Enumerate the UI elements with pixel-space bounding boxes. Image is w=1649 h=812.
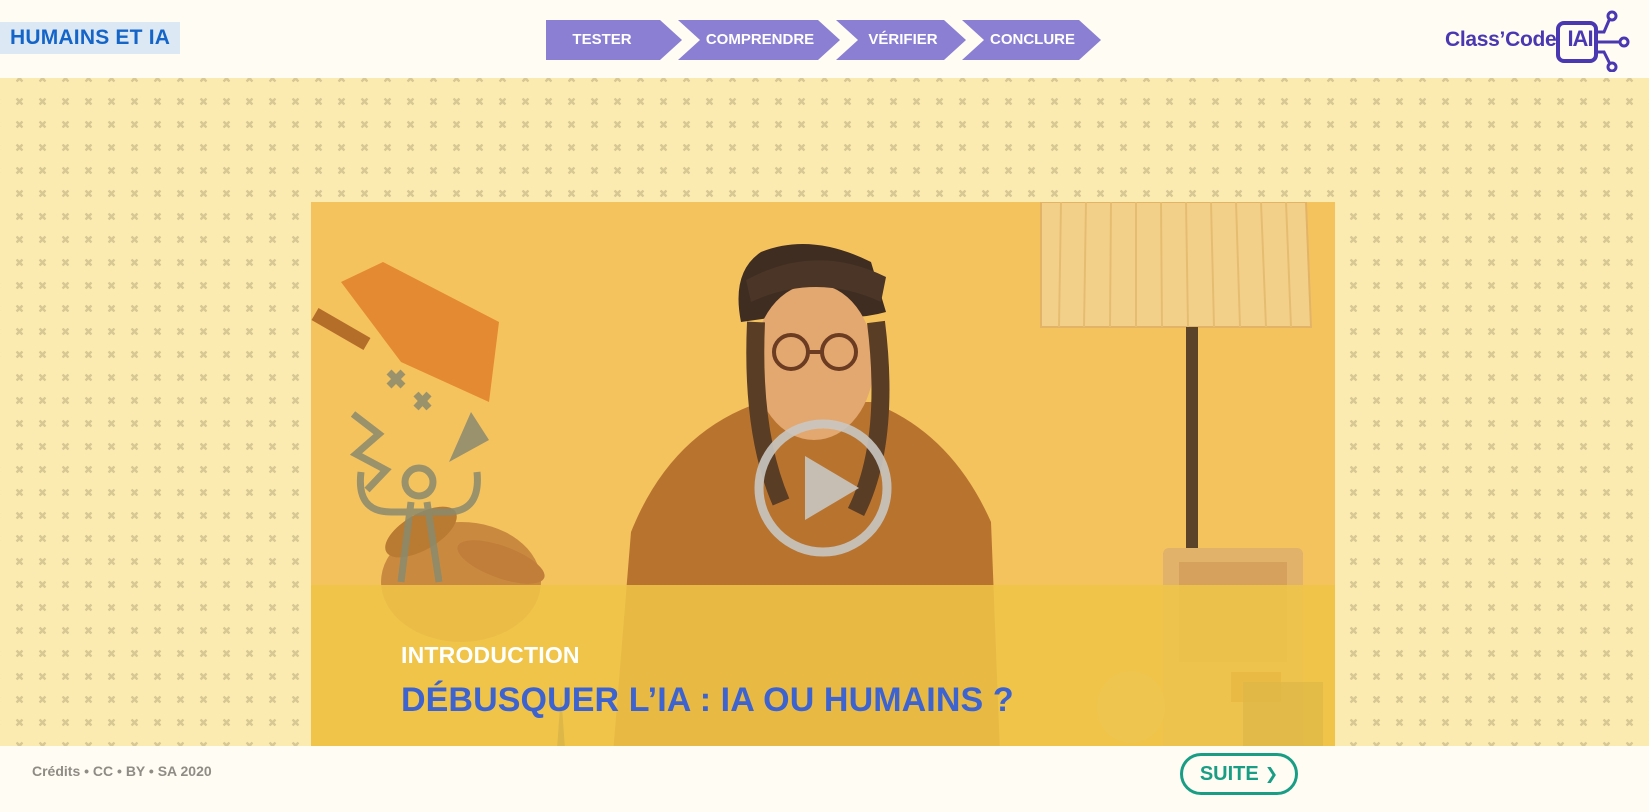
site-title[interactable]: HUMAINS ET IA <box>0 22 181 54</box>
step-verifier[interactable]: VÉRIFIER <box>836 20 966 60</box>
step-label: VÉRIFIER <box>868 31 938 48</box>
step-label: COMPRENDRE <box>705 31 815 48</box>
caption-title: DÉBUSQUER L’IA : IA OU HUMAINS ? <box>401 681 1014 719</box>
step-tester[interactable]: TESTER <box>546 20 682 60</box>
header: HUMAINS ET IA TESTER COMPRENDRE VÉRIFIER… <box>0 0 1649 78</box>
intro-video[interactable]: INTRODUCTION DÉBUSQUER L’IA : IA OU HUMA… <box>311 202 1335 778</box>
content-stage: INTRODUCTION DÉBUSQUER L’IA : IA OU HUMA… <box>0 78 1649 778</box>
classcode-logo[interactable]: Class’Code IAI <box>1445 10 1631 72</box>
footer: Crédits • CC • BY • SA 2020 SUITE ❯ <box>0 746 1649 812</box>
step-label: TESTER <box>572 31 632 48</box>
logo-badge: IAI <box>1567 26 1593 51</box>
step-label: CONCLURE <box>990 31 1075 48</box>
step-conclure[interactable]: CONCLURE <box>962 20 1101 60</box>
logo-text: Class’Code <box>1445 28 1557 51</box>
caption-kicker: INTRODUCTION <box>401 642 580 668</box>
next-label: SUITE <box>1199 763 1259 785</box>
next-button[interactable]: SUITE ❯ <box>1180 753 1298 795</box>
step-comprendre[interactable]: COMPRENDRE <box>678 20 840 60</box>
credits-link[interactable]: Crédits • CC • BY • SA 2020 <box>32 763 212 779</box>
play-circle-icon[interactable] <box>753 418 893 558</box>
chevron-right-icon: ❯ <box>1264 766 1279 783</box>
